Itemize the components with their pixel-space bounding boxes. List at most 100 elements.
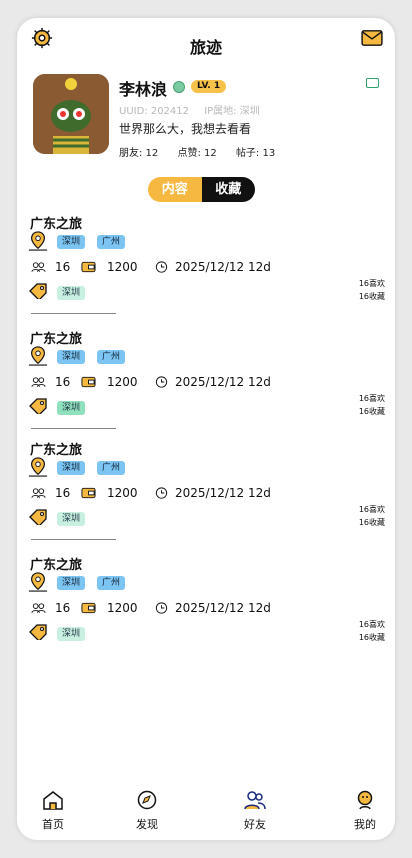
favorites-count: 16收藏 <box>358 633 385 642</box>
likes-count[interactable]: 点赞: 12 <box>177 148 216 159</box>
clock-icon <box>155 261 168 273</box>
tab-label: 发现 <box>136 818 158 831</box>
category-tag[interactable]: 深圳 <box>57 627 86 641</box>
trip-date: 2025/12/12 12d <box>175 260 271 274</box>
trip-date: 2025/12/12 12d <box>175 375 271 389</box>
location-pin-icon <box>28 346 48 366</box>
location-tag[interactable]: 深圳 <box>57 461 86 475</box>
ticket-icon <box>29 624 47 640</box>
wallet-icon <box>81 602 96 614</box>
profile-icon <box>357 790 373 810</box>
bottom-tab-bar: 首页 发现 好友 我的 <box>17 788 395 840</box>
tab-friends[interactable]: 好友 <box>225 788 285 832</box>
clock-icon <box>155 376 168 388</box>
post-card[interactable]: 广东之旅 深圳 广州 16 1200 2025/12/12 12d 深圳 16喜… <box>27 439 389 549</box>
people-count: 16 <box>55 375 71 389</box>
post-card[interactable]: 广东之旅 深圳 广州 16 1200 2025/12/12 12d 深圳 16喜… <box>27 328 389 438</box>
budget-amount: 1200 <box>107 486 138 500</box>
ip-location-text: IP属地: 深圳 <box>204 106 260 117</box>
post-title: 广东之旅 <box>30 332 83 347</box>
people-count: 16 <box>55 260 71 274</box>
tab-discover[interactable]: 发现 <box>117 788 177 832</box>
ticket-icon <box>29 509 47 525</box>
tab-label: 好友 <box>244 818 266 831</box>
divider <box>31 539 116 540</box>
likes-count: 16喜欢 <box>358 394 385 403</box>
divider <box>31 313 116 314</box>
wallet-icon <box>81 261 96 273</box>
level-badge: LV. 1 <box>191 80 227 93</box>
tab-profile[interactable]: 我的 <box>335 788 395 832</box>
ticket-icon <box>29 398 47 414</box>
category-tag[interactable]: 深圳 <box>57 512 86 526</box>
trip-date: 2025/12/12 12d <box>175 601 271 615</box>
post-card[interactable]: 广东之旅 深圳 广州 16 1200 2025/12/12 12d 深圳 16喜… <box>27 554 389 664</box>
location-tag[interactable]: 广州 <box>97 461 126 475</box>
location-tag[interactable]: 深圳 <box>57 576 86 590</box>
post-reactions: 16喜欢 16收藏 <box>359 503 385 529</box>
category-tag[interactable]: 深圳 <box>57 286 86 300</box>
people-count: 16 <box>55 601 71 615</box>
people-icon <box>31 262 46 272</box>
people-icon <box>31 488 46 498</box>
favorites-count: 16收藏 <box>358 292 385 301</box>
wallet-icon <box>81 487 96 499</box>
location-pin-icon <box>28 572 48 592</box>
location-tag[interactable]: 广州 <box>97 235 126 249</box>
post-card[interactable]: 广东之旅 深圳 广州 16 1200 2025/12/12 12d 深圳 16喜… <box>27 213 389 323</box>
budget-amount: 1200 <box>107 375 138 389</box>
location-pin-icon <box>28 457 48 477</box>
top-bar: 旅迹 <box>17 18 395 68</box>
wallet-icon <box>81 376 96 388</box>
user-meta: UUID: 202412 IP属地: 深圳 <box>119 102 272 117</box>
tab-label: 首页 <box>42 818 64 831</box>
compass-icon <box>137 790 157 810</box>
location-pin-icon <box>28 231 48 251</box>
location-tag[interactable]: 深圳 <box>57 235 86 249</box>
people-icon <box>31 377 46 387</box>
tab-favorites[interactable]: 收藏 <box>201 177 255 202</box>
user-bio: 世界那么大，我想去看看 <box>119 122 252 136</box>
budget-amount: 1200 <box>107 260 138 274</box>
location-tag[interactable]: 广州 <box>97 576 126 590</box>
avatar[interactable] <box>33 74 109 154</box>
favorites-count: 16收藏 <box>358 407 385 416</box>
post-title: 广东之旅 <box>30 217 83 232</box>
user-stats: 朋友: 12 点赞: 12 帖子: 13 <box>119 144 291 159</box>
gender-icon <box>173 81 185 93</box>
home-icon <box>43 791 63 810</box>
location-tag[interactable]: 深圳 <box>57 350 86 364</box>
tab-content[interactable]: 内容 <box>148 177 202 202</box>
mail-icon[interactable] <box>361 29 383 47</box>
location-tag[interactable]: 广州 <box>97 350 126 364</box>
user-name: 李林浪 <box>119 80 168 99</box>
app-screen: 旅迹 李林浪 LV. 1 UUID: 202412 IP属地: 深圳 世界那么大… <box>17 18 395 840</box>
page-title: 旅迹 <box>189 38 222 57</box>
clock-icon <box>155 487 168 499</box>
post-title: 广东之旅 <box>30 443 83 458</box>
people-icon <box>31 603 46 613</box>
tab-label: 我的 <box>354 818 376 831</box>
clock-icon <box>155 602 168 614</box>
favorites-count: 16收藏 <box>358 518 385 527</box>
profile-header: 李林浪 LV. 1 UUID: 202412 IP属地: 深圳 世界那么大，我想… <box>33 74 383 160</box>
tab-home[interactable]: 首页 <box>23 788 83 832</box>
posts-count[interactable]: 帖子: 13 <box>236 148 275 159</box>
post-reactions: 16喜欢 16收藏 <box>359 392 385 418</box>
divider <box>31 428 116 429</box>
likes-count: 16喜欢 <box>358 279 385 288</box>
category-tag[interactable]: 深圳 <box>57 401 86 415</box>
likes-count: 16喜欢 <box>358 505 385 514</box>
id-card-icon[interactable] <box>366 78 379 88</box>
uuid-text: UUID: 202412 <box>119 106 190 117</box>
post-title: 广东之旅 <box>30 558 83 573</box>
post-reactions: 16喜欢 16收藏 <box>359 277 385 303</box>
ticket-icon <box>29 283 47 299</box>
friends-icon <box>244 791 266 810</box>
likes-count: 16喜欢 <box>358 620 385 629</box>
trip-date: 2025/12/12 12d <box>175 486 271 500</box>
people-count: 16 <box>55 486 71 500</box>
friends-count[interactable]: 朋友: 12 <box>119 148 158 159</box>
content-segment: 内容 收藏 <box>148 177 255 202</box>
budget-amount: 1200 <box>107 601 138 615</box>
